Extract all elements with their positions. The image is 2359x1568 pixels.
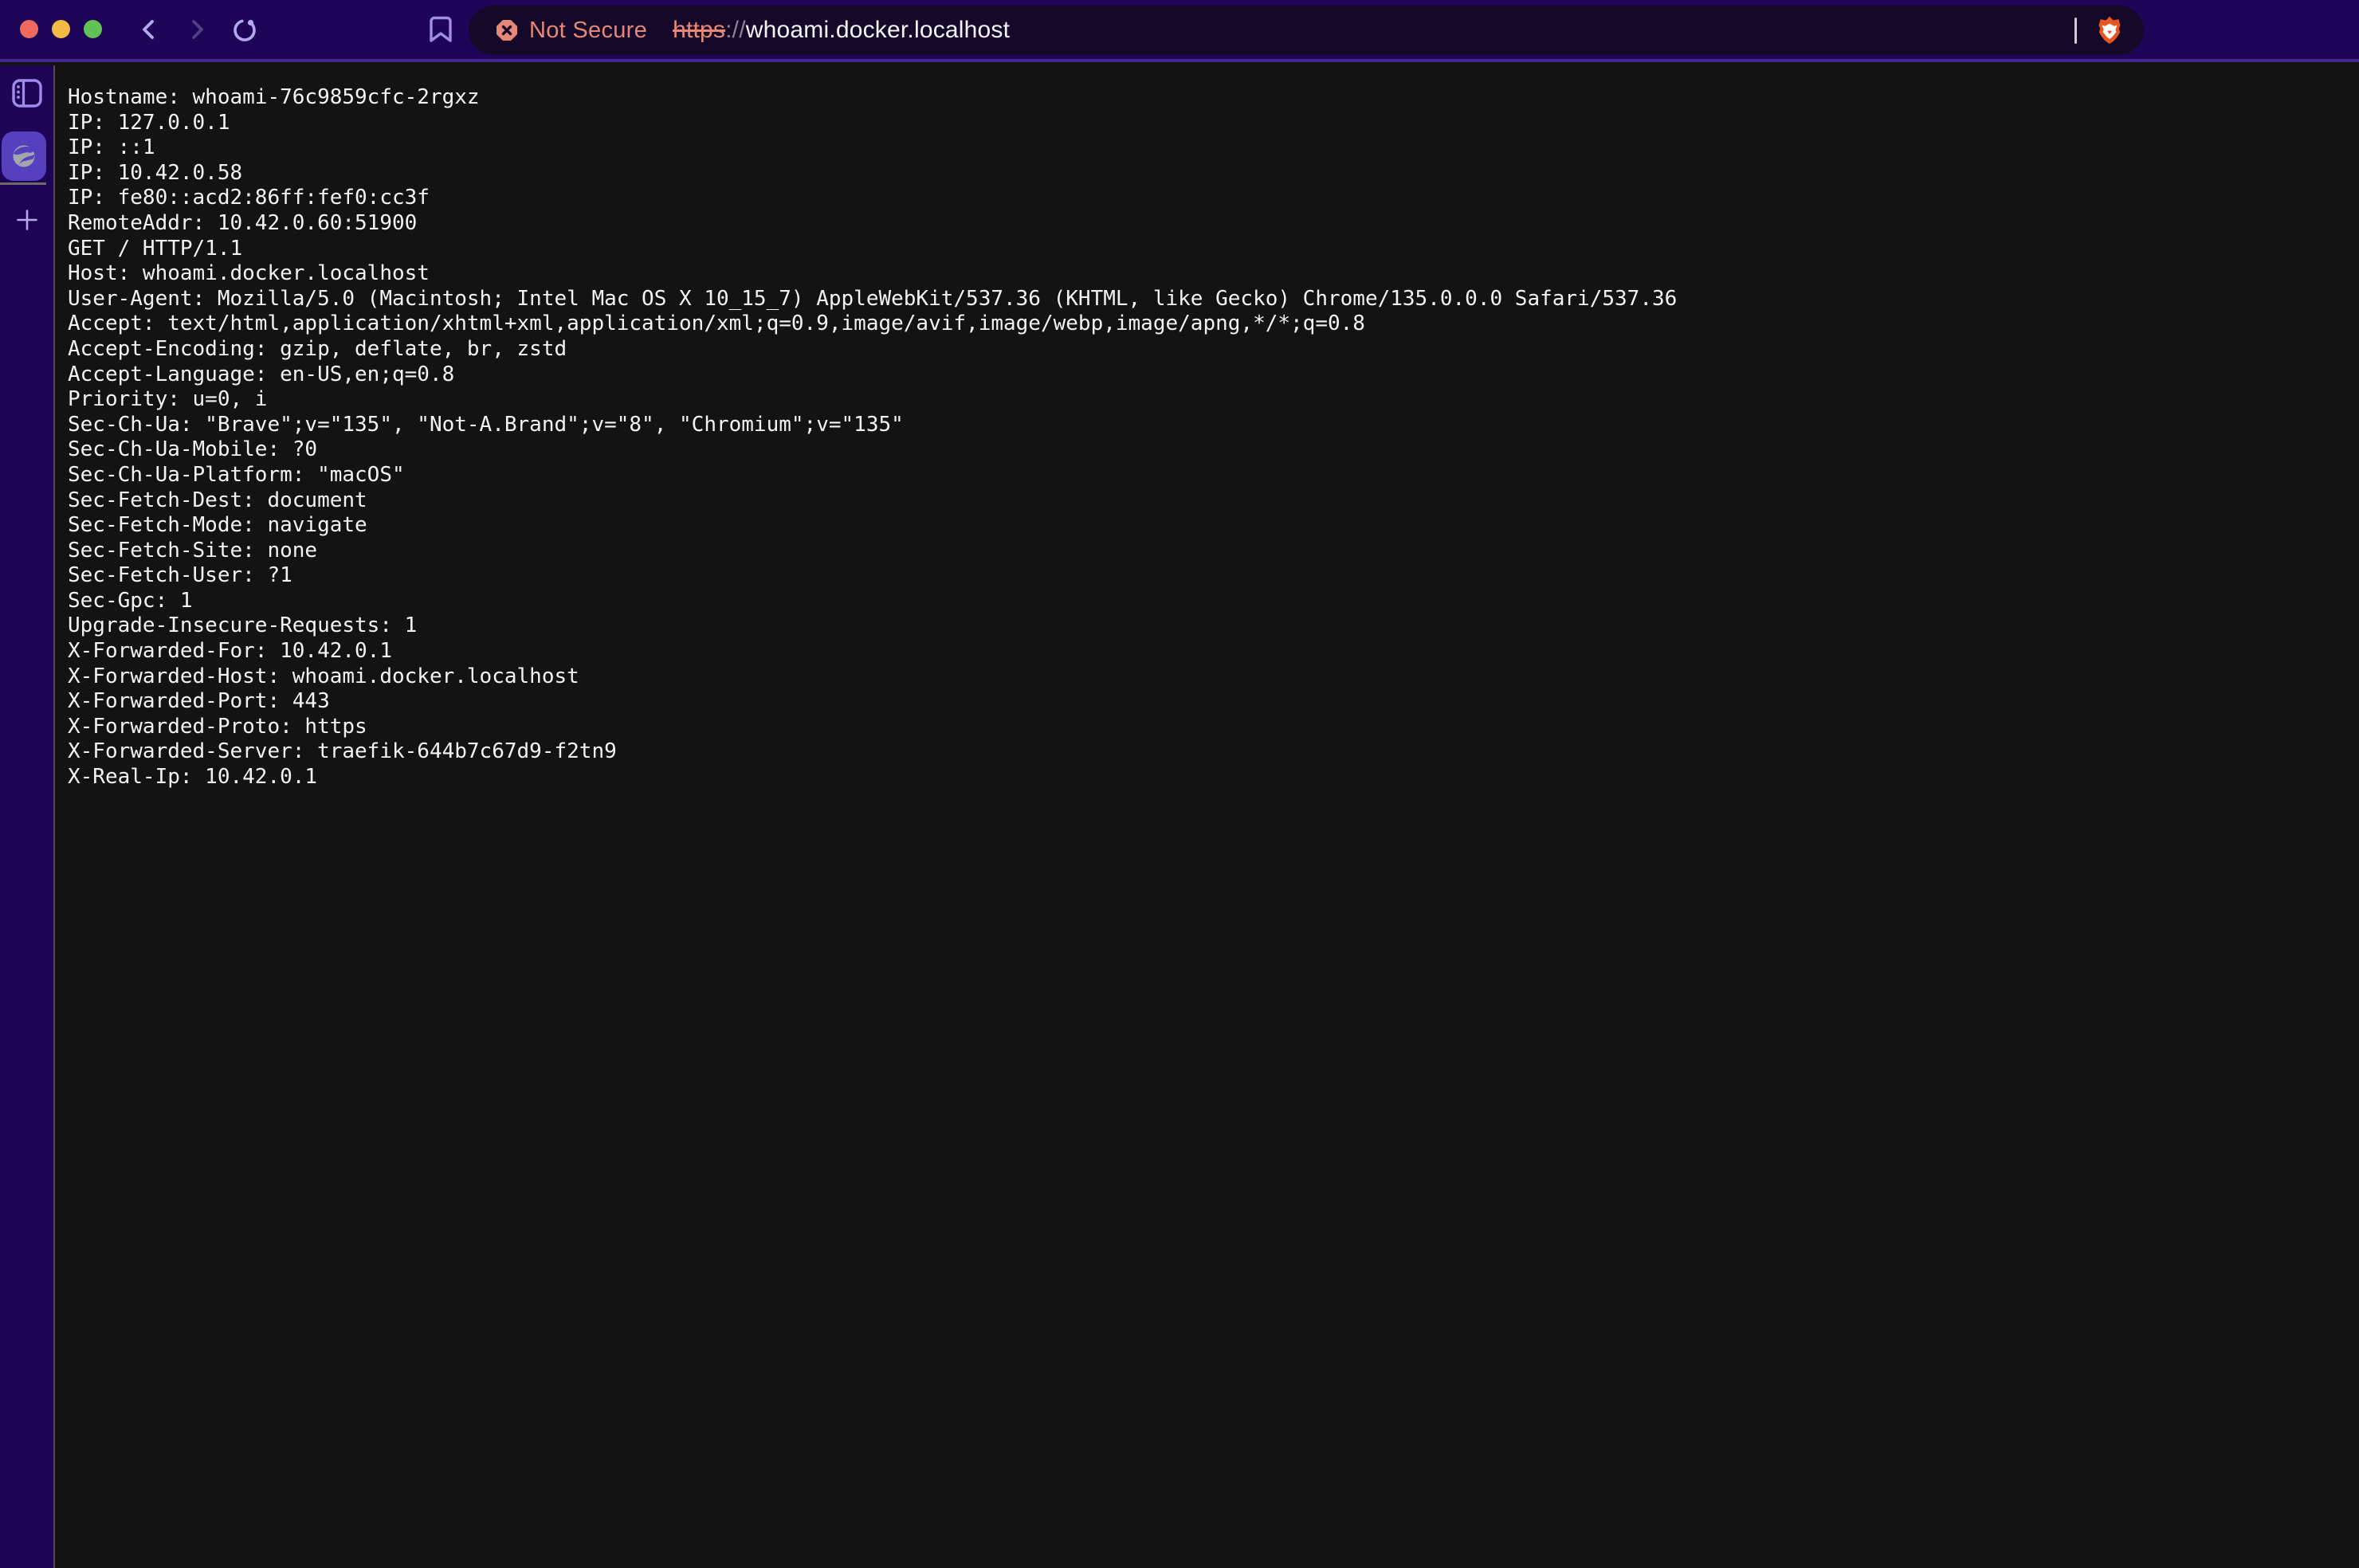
zoom-window-button[interactable] [84,20,102,38]
new-tab-button[interactable] [0,202,53,237]
forward-button[interactable] [179,0,215,59]
url-separator: :// [725,17,746,43]
bookmark-icon [429,16,453,43]
sidebar-tab-web-active[interactable] [2,131,46,181]
close-window-button[interactable] [20,20,38,38]
sidebar-divider [0,182,46,185]
urlbar-divider [2074,18,2077,44]
brave-lion-icon [2096,15,2123,45]
chevron-right-icon [185,18,209,41]
brave-shields-button[interactable] [2096,15,2123,45]
window-controls [20,20,102,38]
url-host: whoami.docker.localhost [746,17,1010,43]
reload-button[interactable] [226,0,263,59]
not-secure-label: Not Secure [529,18,647,44]
bookmark-button[interactable] [422,0,459,59]
not-secure-icon [496,19,518,41]
plus-icon [15,208,39,232]
url-text: https://whoami.docker.localhost [673,17,1010,44]
address-bar[interactable]: Not Secure https://whoami.docker.localho… [469,6,2144,55]
minimize-window-button[interactable] [52,20,70,38]
chevron-left-icon [137,18,161,41]
back-button[interactable] [131,0,167,59]
globe-icon [11,143,37,169]
page-content: Hostname: whoami-76c9859cfc-2rgxz IP: 12… [57,65,2359,1568]
sidebar-panel-icon [12,79,42,108]
sidebar [0,65,55,1568]
reload-icon [231,16,258,43]
urlbar-right-controls [2074,15,2123,45]
whoami-response-text: Hostname: whoami-76c9859cfc-2rgxz IP: 12… [57,65,2359,790]
browser-toolbar: Not Secure https://whoami.docker.localho… [0,0,2359,62]
url-scheme: https [673,17,725,43]
sidebar-toggle-button[interactable] [0,76,53,110]
security-badge[interactable]: Not Secure [496,18,647,44]
